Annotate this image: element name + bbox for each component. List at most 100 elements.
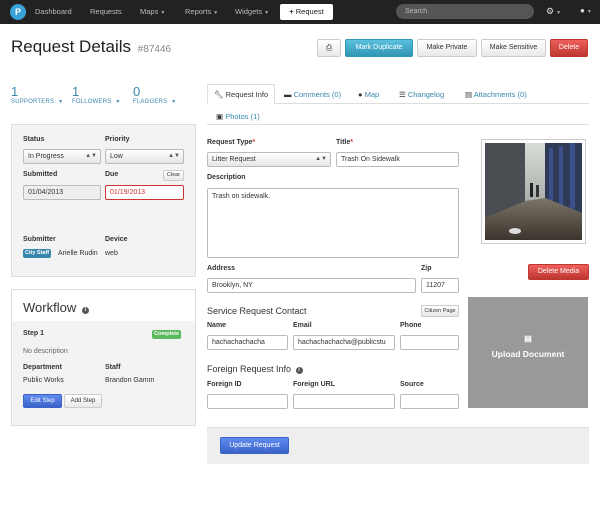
flaggers-label[interactable]: FLAGGERS ▼	[133, 99, 176, 105]
submitted-label: Submitted	[23, 171, 58, 178]
workflow-title: Workflow i	[23, 300, 89, 315]
supporters-count[interactable]: 1	[11, 84, 18, 99]
mark-duplicate-button[interactable]: Mark Duplicate	[345, 39, 413, 57]
select-arrows-icon: ▲▼	[85, 153, 97, 159]
wrench-icon: 🔧︎	[214, 90, 224, 99]
status-select[interactable]: In Progress ▲▼	[23, 149, 101, 164]
comment-icon: ▬	[284, 90, 292, 99]
description-label: Description	[207, 174, 246, 181]
update-request-button[interactable]: Update Request	[220, 437, 289, 454]
device-value: web	[105, 250, 118, 257]
user-icon[interactable]: ● ▼	[580, 6, 592, 15]
followers-count[interactable]: 1	[72, 84, 79, 99]
nav-maps[interactable]: Maps ▼	[140, 7, 165, 16]
nav-reports-label: Reports	[185, 7, 212, 16]
email-label: Email	[293, 322, 312, 329]
staff-label: Staff	[105, 364, 121, 371]
tab-changelog[interactable]: ☰ Changelog	[399, 90, 444, 99]
priority-label: Priority	[105, 136, 130, 143]
foreign-id-input[interactable]	[207, 394, 288, 409]
edit-step-button[interactable]: Edit Step	[23, 394, 62, 408]
make-private-button[interactable]: Make Private	[417, 39, 477, 57]
app-logo[interactable]: P	[10, 4, 26, 20]
supporters-label[interactable]: SUPPORTERS ▼	[11, 99, 63, 105]
upload-document-dropzone[interactable]: ▤ Upload Document	[468, 297, 588, 408]
tab-photos[interactable]: ▣ Photos (1)	[216, 112, 260, 121]
nav-reports[interactable]: Reports ▼	[185, 7, 218, 16]
flaggers-count[interactable]: 0	[133, 84, 140, 99]
step-title: Step 1	[23, 330, 45, 337]
source-input[interactable]	[400, 394, 459, 409]
request-photo[interactable]	[481, 139, 586, 244]
address-label: Address	[207, 265, 236, 272]
top-navbar: P Dashboard Requests Maps ▼ Reports ▼ Widg…	[0, 0, 600, 24]
add-step-button[interactable]: Add Step	[64, 394, 102, 408]
print-icon: ⎙	[325, 43, 333, 52]
tab-attachments[interactable]: ▤ Attachments (0)	[465, 90, 527, 99]
make-sensitive-button[interactable]: Make Sensitive	[481, 39, 546, 57]
device-label: Device	[105, 236, 128, 243]
name-label: Name	[207, 322, 227, 329]
due-label: Due	[105, 171, 119, 178]
email-input[interactable]: hachachachacha@publicstu	[293, 335, 395, 350]
photo-image	[485, 143, 582, 240]
priority-select[interactable]: Low ▲▼	[105, 149, 184, 164]
select-arrows-icon: ▲▼	[315, 156, 327, 162]
info-icon: i	[295, 367, 303, 374]
submitter-name: Arielle Rudin	[58, 250, 98, 257]
title-label: Title*	[336, 139, 353, 146]
gear-icon[interactable]: ⚙ ▼	[546, 6, 561, 17]
title-input[interactable]: Trash On Sidewalk	[336, 152, 459, 167]
zip-label: Zip	[421, 265, 432, 272]
department-label: Department	[23, 364, 62, 371]
select-arrows-icon: ▲▼	[168, 153, 180, 159]
attachment-icon: ▤	[465, 90, 473, 99]
list-icon: ☰	[399, 90, 406, 99]
citizen-page-button[interactable]: Citizen Page	[421, 305, 459, 317]
new-request-button[interactable]: + Request	[280, 4, 333, 20]
delete-button[interactable]: Delete	[550, 39, 588, 57]
address-input[interactable]: Brooklyn, NY	[207, 278, 416, 293]
chevron-down-icon: ▼	[160, 10, 166, 16]
request-type-label: Request Type*	[207, 139, 256, 146]
phone-input[interactable]	[400, 335, 459, 350]
new-request-label: Request	[295, 7, 324, 16]
foreign-id-label: Foreign ID	[207, 381, 242, 388]
request-id: #87446	[137, 44, 172, 55]
chevron-down-icon: ▼	[264, 10, 270, 16]
source-label: Source	[400, 381, 424, 388]
description-textarea[interactable]: Trash on sidewalk.	[207, 188, 459, 258]
phone-label: Phone	[400, 322, 422, 329]
followers-label[interactable]: FOLLOWERS ▼	[72, 99, 121, 105]
nav-maps-label: Maps	[140, 7, 159, 16]
request-type-select[interactable]: Litter Request ▲▼	[207, 152, 331, 167]
print-button[interactable]: ⎙	[317, 39, 341, 57]
staff-value: Brandon Gamm	[105, 377, 155, 384]
submitter-label: Submitter	[23, 236, 56, 243]
clear-due-button[interactable]: Clear	[163, 170, 184, 181]
contact-header: Service Request Contact	[207, 306, 307, 316]
name-input[interactable]: hachachachacha	[207, 335, 288, 350]
page-title: Request Details #87446	[11, 37, 171, 57]
tab-comments[interactable]: ▬ Comments (0)	[284, 90, 341, 99]
nav-requests[interactable]: Requests	[90, 7, 122, 16]
tab-map[interactable]: ● Map	[358, 90, 379, 99]
nav-dashboard[interactable]: Dashboard	[35, 7, 72, 16]
step-complete-badge: Complete	[152, 330, 182, 339]
status-label: Status	[23, 136, 45, 143]
city-staff-badge: City Staff	[23, 249, 52, 258]
document-icon: ▤	[524, 334, 532, 343]
plus-icon: +	[289, 7, 294, 16]
due-date-field[interactable]: 01/19/2013	[105, 185, 184, 200]
foreign-url-input[interactable]	[293, 394, 395, 409]
page-title-text: Request Details	[11, 37, 132, 56]
info-icon: i	[81, 307, 89, 314]
delete-media-button[interactable]: Delete Media	[528, 264, 589, 280]
tab-request-info[interactable]: 🔧︎ Request Info	[207, 84, 276, 104]
tab-divider-2	[207, 124, 589, 125]
foreign-header: Foreign Request Info i	[207, 364, 303, 374]
zip-input[interactable]: 11207	[421, 278, 459, 293]
search-input[interactable]: Search	[396, 4, 534, 19]
submitted-field: 01/04/2013	[23, 185, 101, 200]
nav-widgets[interactable]: Widgets ▼	[235, 7, 269, 16]
